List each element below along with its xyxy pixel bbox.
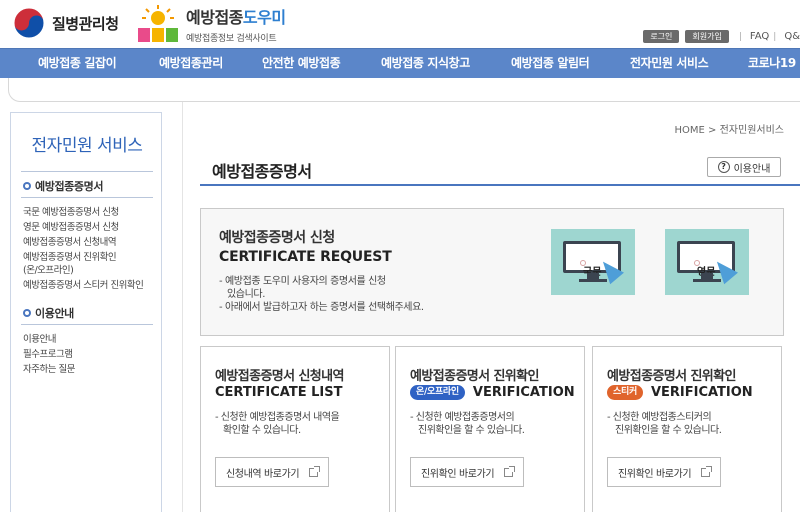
- content-divider: [182, 102, 183, 512]
- english-certificate-option[interactable]: 영문: [665, 229, 749, 295]
- card-title-en: 온/오프라인 VERIFICATION: [410, 385, 575, 400]
- sidebar-divider: [21, 324, 153, 325]
- usage-guide-label: 이용안내: [733, 163, 771, 175]
- join-button[interactable]: 회원가입: [685, 30, 729, 43]
- card-desc-line: 진위확인을 할 수 있습니다.: [418, 425, 525, 436]
- sidebar-section-guide[interactable]: 이용안내: [23, 305, 74, 321]
- sidebar-title: 전자민원 서비스: [31, 136, 143, 156]
- nav-item-knowledge[interactable]: 예방접종 지식창고: [381, 49, 470, 79]
- sidebar-item-sticker-verification[interactable]: 예방접종증명서 스티커 진위확인: [23, 277, 144, 291]
- button-label: 진위확인 바로가기: [618, 468, 692, 480]
- sidebar-item-request-list[interactable]: 예방접종증명서 신청내역: [23, 234, 117, 248]
- sidebar-item-english-request[interactable]: 영문 예방접종증명서 신청: [23, 219, 119, 233]
- request-description: - 예방접종 도우미 사용자의 증명서를 신청 있습니다. - 아래에서 발급하…: [219, 275, 424, 314]
- nav-item-vaccination-guide[interactable]: 예방접종 길잡이: [38, 49, 117, 79]
- nav-item-covid19[interactable]: 코로나19 (: [748, 49, 800, 79]
- sidebar: 전자민원 서비스 예방접종증명서 국문 예방접종증명서 신청 영문 예방접종증명…: [10, 112, 162, 512]
- sidebar-item-guide[interactable]: 이용안내: [23, 331, 56, 345]
- request-title-ko: 예방접종증명서 신청: [219, 230, 335, 246]
- breadcrumb-current: 전자민원서비스: [719, 125, 784, 136]
- qa-link[interactable]: Q&: [784, 31, 800, 42]
- bullet-icon: [23, 309, 31, 317]
- taegeuk-emblem-icon: [12, 6, 46, 40]
- card-desc-line: 진위확인을 할 수 있습니다.: [615, 425, 722, 436]
- nav-item-vaccination-management[interactable]: 예방접종관리: [159, 49, 223, 79]
- card-desc-line: - 신청한 예방접종증명서의: [410, 412, 515, 423]
- request-desc-line: - 아래에서 발급하고자 하는 증명서를 선택해주세요.: [219, 302, 424, 313]
- kdca-logo[interactable]: 질병관리청: [12, 6, 119, 40]
- breadcrumb: HOME > 전자민원서비스: [674, 121, 784, 136]
- faq-link[interactable]: FAQ: [750, 31, 769, 42]
- title-underline: [200, 184, 800, 186]
- card-title-en: 스티커 VERIFICATION: [607, 385, 753, 400]
- nip-sun-icon: [136, 4, 180, 44]
- external-link-icon: [309, 465, 321, 477]
- sticker-badge: 스티커: [607, 385, 643, 400]
- util-separator: |: [773, 31, 777, 42]
- online-verification-card: 예방접종증명서 진위확인 온/오프라인 VERIFICATION - 신청한 예…: [395, 346, 585, 512]
- button-label: 신청내역 바로가기: [226, 468, 300, 480]
- certificate-request-card: 예방접종증명서 신청 CERTIFICATE REQUEST - 예방접종 도우…: [200, 208, 784, 336]
- nav-item-e-civil-service[interactable]: 전자민원 서비스: [630, 49, 709, 79]
- card-title-en-text: VERIFICATION: [650, 385, 753, 400]
- breadcrumb-home[interactable]: HOME: [674, 125, 704, 136]
- card-title-ko: 예방접종증명서 신청내역: [215, 369, 344, 384]
- sidebar-divider: [21, 197, 153, 198]
- sidebar-section-certificate[interactable]: 예방접종증명서: [23, 178, 103, 194]
- external-link-icon: [504, 465, 516, 477]
- card-description: - 신청한 예방접종증명서의 진위확인을 할 수 있습니다.: [410, 411, 525, 437]
- util-separator: |: [738, 31, 742, 42]
- site-title-part2: 도우미: [242, 8, 286, 27]
- monitor-base: [693, 279, 721, 282]
- question-icon: ?: [717, 161, 730, 173]
- card-description: - 신청한 예방접종스티커의 진위확인을 할 수 있습니다.: [607, 411, 722, 437]
- site-header: 질병관리청 예방접종도우미 예방접종정보 검색사이트 로그인 회원가입 | FA…: [0, 0, 800, 48]
- card-title-ko: 예방접종증명서 진위확인: [607, 369, 736, 384]
- button-label: 진위확인 바로가기: [421, 468, 495, 480]
- site-title: 예방접종도우미: [186, 4, 286, 28]
- card-title-en-text: CERTIFICATE LIST: [215, 385, 343, 400]
- sub-nav-bar: [8, 78, 800, 102]
- card-title-ko: 예방접종증명서 진위확인: [410, 369, 539, 384]
- login-button[interactable]: 로그인: [643, 30, 680, 43]
- usage-guide-button[interactable]: ? 이용안내: [707, 157, 781, 177]
- korean-certificate-option[interactable]: 국문: [551, 229, 635, 295]
- card-title-en: CERTIFICATE LIST: [215, 385, 343, 400]
- verification-shortcut-button[interactable]: 진위확인 바로가기: [410, 457, 525, 487]
- online-offline-badge: 온/오프라인: [410, 385, 465, 400]
- sticker-verification-shortcut-button[interactable]: 진위확인 바로가기: [607, 457, 722, 487]
- card-title-en-text: VERIFICATION: [472, 385, 575, 400]
- sidebar-divider: [21, 171, 153, 172]
- nip-logo[interactable]: 예방접종도우미 예방접종정보 검색사이트: [136, 4, 286, 44]
- sidebar-item-korean-request[interactable]: 국문 예방접종증명서 신청: [23, 204, 119, 218]
- breadcrumb-separator: >: [708, 125, 717, 136]
- request-list-shortcut-button[interactable]: 신청내역 바로가기: [215, 457, 330, 487]
- monitor-base: [579, 279, 607, 282]
- sidebar-item-faq[interactable]: 자주하는 질문: [23, 361, 75, 375]
- site-title-part1: 예방접종: [186, 8, 243, 27]
- utility-links: 로그인 회원가입 | FAQ | Q&: [643, 30, 800, 43]
- nav-item-safe-vaccination[interactable]: 안전한 예방접종: [262, 49, 341, 79]
- sidebar-item-verification-sub[interactable]: (온/오프라인): [23, 262, 74, 276]
- sidebar-item-programs[interactable]: 필수프로그램: [23, 346, 73, 360]
- certificate-list-card: 예방접종증명서 신청내역 CERTIFICATE LIST - 신청한 예방접종…: [200, 346, 390, 512]
- site-subtitle: 예방접종정보 검색사이트: [186, 34, 277, 44]
- card-desc-line: - 신청한 예방접종스티커의: [607, 412, 712, 423]
- sidebar-item-verification[interactable]: 예방접종증명서 진위확인: [23, 249, 117, 263]
- request-title-en: CERTIFICATE REQUEST: [219, 249, 392, 265]
- page-title: 예방접종증명서: [212, 162, 312, 181]
- request-desc-line: 있습니다.: [227, 289, 265, 300]
- main-nav: 예방접종 길잡이 예방접종관리 안전한 예방접종 예방접종 지식창고 예방접종 …: [0, 48, 800, 78]
- sidebar-section-label: 이용안내: [35, 307, 74, 320]
- request-desc-line: - 예방접종 도우미 사용자의 증명서를 신청: [219, 276, 386, 287]
- card-description: - 신청한 예방접종증명서 내역을 확인할 수 있습니다.: [215, 411, 340, 437]
- sticker-verification-card: 예방접종증명서 진위확인 스티커 VERIFICATION - 신청한 예방접종…: [592, 346, 782, 512]
- bullet-icon: [23, 182, 31, 190]
- agency-name: 질병관리청: [52, 14, 119, 33]
- card-desc-line: 확인할 수 있습니다.: [223, 425, 301, 436]
- card-desc-line: - 신청한 예방접종증명서 내역을: [215, 412, 340, 423]
- nav-item-notice[interactable]: 예방접종 알림터: [511, 49, 590, 79]
- sidebar-section-label: 예방접종증명서: [35, 180, 104, 193]
- external-link-icon: [701, 465, 713, 477]
